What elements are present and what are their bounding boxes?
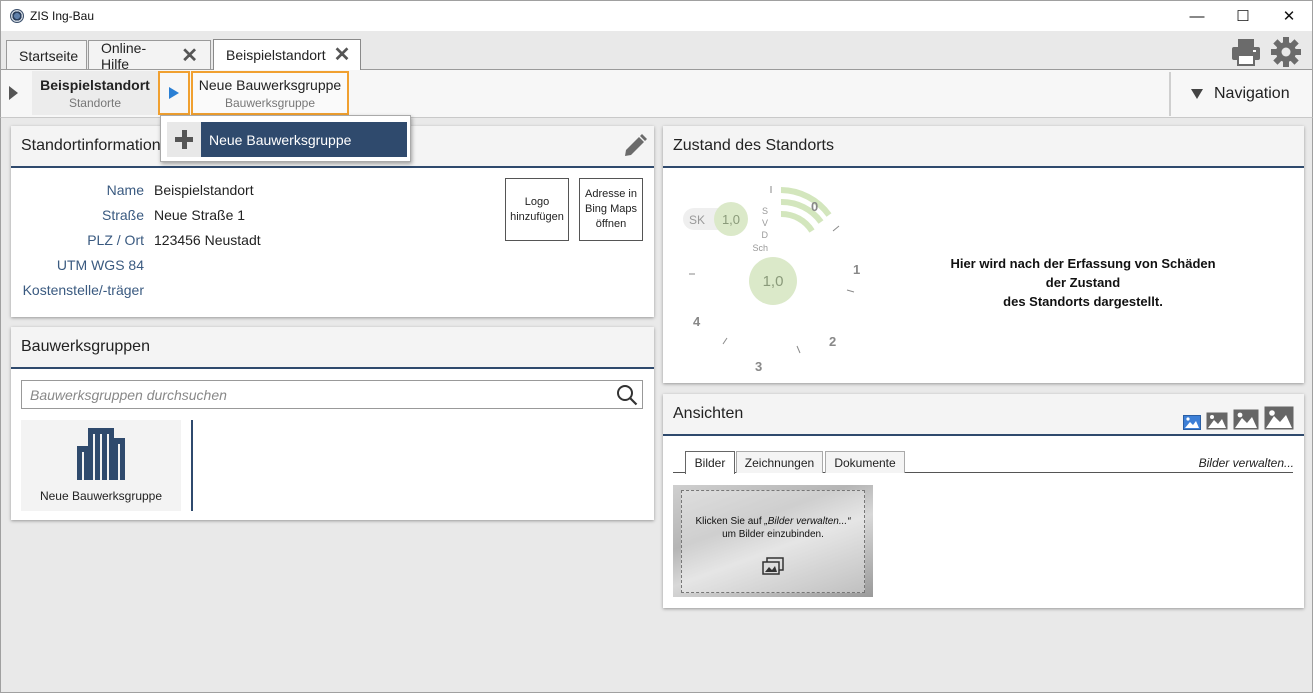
breadcrumb-subtitle: Bauwerksgruppe — [224, 95, 316, 110]
minimize-button[interactable]: — — [1174, 1, 1220, 31]
tab-bilder[interactable]: Bilder — [685, 451, 735, 474]
pencil-icon[interactable] — [621, 132, 649, 160]
breadcrumb-next-button[interactable] — [158, 71, 190, 115]
breadcrumb-expand-icon[interactable] — [9, 86, 18, 100]
scale-label: 1 — [853, 262, 860, 277]
scale-label: 0 — [811, 199, 818, 214]
breadcrumb-item-standort[interactable]: Beispielstandort Standorte — [32, 71, 158, 115]
tab-label: Startseite — [19, 47, 79, 64]
info-label: Name — [106, 182, 144, 198]
sk-value: 1,0 — [722, 212, 740, 227]
image-medium-icon[interactable] — [1206, 412, 1228, 433]
tab-beispielstandort[interactable]: Beispielstandort ✕ — [213, 39, 361, 70]
search-field[interactable] — [21, 380, 643, 409]
images-icon — [761, 557, 785, 577]
scale-label: 4 — [693, 314, 701, 329]
svd-label: V — [762, 218, 768, 228]
divider — [191, 420, 193, 511]
breadcrumb: Beispielstandort Standorte Neue Bauwerks… — [0, 70, 1313, 118]
triangle-down-icon — [1191, 89, 1203, 99]
placeholder-link-text: „Bilder verwalten...“ — [764, 516, 851, 527]
search-icon[interactable] — [616, 384, 638, 406]
info-label: Straße — [101, 207, 144, 223]
bauwerksgruppen-panel: Bauwerksgruppen Bauwerksgruppen durchsuc… — [11, 327, 654, 520]
main-content: Standortinformation Name Beispielstandor… — [0, 118, 1313, 693]
info-label: UTM WGS 84 — [56, 257, 144, 273]
svd-label: S — [762, 206, 768, 216]
window-controls: — ☐ ✕ — [1174, 1, 1312, 31]
zustand-title: Zustand des Standorts — [673, 137, 834, 154]
ansichten-title: Ansichten — [673, 405, 744, 422]
image-small-icon[interactable] — [1183, 415, 1201, 433]
svd-label: Sch — [752, 243, 768, 253]
close-icon[interactable]: ✕ — [181, 46, 198, 66]
panel-title: Bauwerksgruppen — [11, 327, 654, 369]
close-window-button[interactable]: ✕ — [1266, 1, 1312, 31]
placeholder-text: um Bilder einzubinden. — [722, 529, 824, 540]
tab-label: Beispielstandort — [226, 47, 326, 63]
main-value: 1,0 — [763, 273, 784, 290]
breadcrumb-item-bauwerksgruppe[interactable]: Neue Bauwerksgruppe Bauwerksgruppe — [191, 71, 349, 115]
breadcrumb-title: Beispielstandort — [40, 76, 150, 93]
tab-dokumente[interactable]: Dokumente — [825, 451, 905, 473]
scale-label: 3 — [755, 359, 762, 374]
tab-online-hilfe[interactable]: Online-Hilfe ✕ — [88, 39, 211, 72]
printer-icon[interactable] — [1230, 36, 1262, 68]
info-value: Neue Straße 1 — [154, 207, 246, 223]
panel-title: Zustand des Standorts — [663, 126, 1304, 168]
info-value: Beispielstandort — [154, 182, 254, 198]
condition-gauge: SK 1,0 S V D Sch 1,0 0 1 2 3 4 — [673, 176, 893, 376]
image-xlarge-icon[interactable] — [1264, 406, 1294, 433]
ansichten-panel: Ansichten Bilder Zeichnungen Dokumente B… — [663, 394, 1304, 608]
navigation-button[interactable]: Navigation — [1191, 85, 1290, 103]
info-value: 123456 Neustadt — [154, 232, 261, 248]
image-large-icon[interactable] — [1233, 409, 1259, 433]
menu-item-label: Neue Bauwerksgruppe — [209, 131, 352, 148]
sk-label: SK — [689, 213, 705, 227]
navigation-label: Navigation — [1214, 85, 1290, 102]
maximize-button[interactable]: ☐ — [1220, 1, 1266, 31]
breadcrumb-subtitle: Standorte — [68, 95, 122, 110]
placeholder-message: Klicken Sie auf „Bilder verwalten...“ um… — [673, 515, 873, 541]
group-tile[interactable]: Neue Bauwerksgruppe — [21, 420, 181, 511]
new-group-menu-item[interactable]: Neue Bauwerksgruppe — [167, 122, 407, 157]
open-bing-maps-button[interactable]: Adresse in Bing Maps öffnen — [579, 178, 643, 241]
manage-images-link[interactable]: Bilder verwalten... — [1199, 456, 1294, 470]
tab-label: Online-Hilfe — [101, 39, 147, 72]
info-label: PLZ / Ort — [87, 232, 144, 248]
add-group-popup: Neue Bauwerksgruppe — [160, 115, 411, 162]
svd-label: D — [762, 230, 769, 240]
message-line: des Standorts dargestellt. — [1003, 294, 1163, 309]
app-logo-icon — [10, 9, 24, 23]
thumbnail-size-icons — [1183, 406, 1294, 433]
image-placeholder[interactable]: Klicken Sie auf „Bilder verwalten...“ um… — [673, 485, 873, 597]
close-icon[interactable]: ✕ — [334, 45, 351, 65]
info-label: Kostenstelle/-träger — [22, 282, 144, 298]
scale-label: 2 — [829, 334, 836, 349]
bauwerksgruppen-title: Bauwerksgruppen — [21, 338, 150, 355]
plus-icon — [167, 122, 201, 157]
title-bar: ZIS Ing-Bau — ☐ ✕ — [0, 0, 1313, 31]
tab-zeichnungen[interactable]: Zeichnungen — [736, 451, 823, 473]
toolbar-icons — [1230, 36, 1302, 68]
play-arrow-icon — [169, 87, 179, 99]
breadcrumb-title: Neue Bauwerksgruppe — [198, 76, 342, 93]
message-line: Hier wird nach der Erfassung von Schäden — [950, 256, 1216, 271]
group-tile-label: Neue Bauwerksgruppe — [39, 489, 163, 503]
divider — [1169, 72, 1171, 116]
tab-startseite[interactable]: Startseite — [6, 40, 87, 70]
zustand-panel: Zustand des Standorts SK 1,0 S V D Sch 1… — [663, 126, 1304, 383]
standortinfo-title: Standortinformation — [21, 137, 161, 154]
search-input[interactable] — [22, 381, 602, 408]
tab-bar: Startseite Online-Hilfe ✕ Beispielstando… — [0, 31, 1313, 72]
placeholder-text: Klicken Sie auf — [695, 516, 765, 527]
app-title: ZIS Ing-Bau — [30, 9, 95, 23]
message-line: der Zustand — [1045, 275, 1121, 290]
drop-zone — [681, 490, 865, 593]
buildings-icon — [74, 424, 128, 483]
add-logo-button[interactable]: Logo hinzufügen — [505, 178, 569, 241]
condition-message: Hier wird nach der Erfassung von Schäden… — [933, 254, 1233, 311]
gear-icon[interactable] — [1270, 36, 1302, 68]
